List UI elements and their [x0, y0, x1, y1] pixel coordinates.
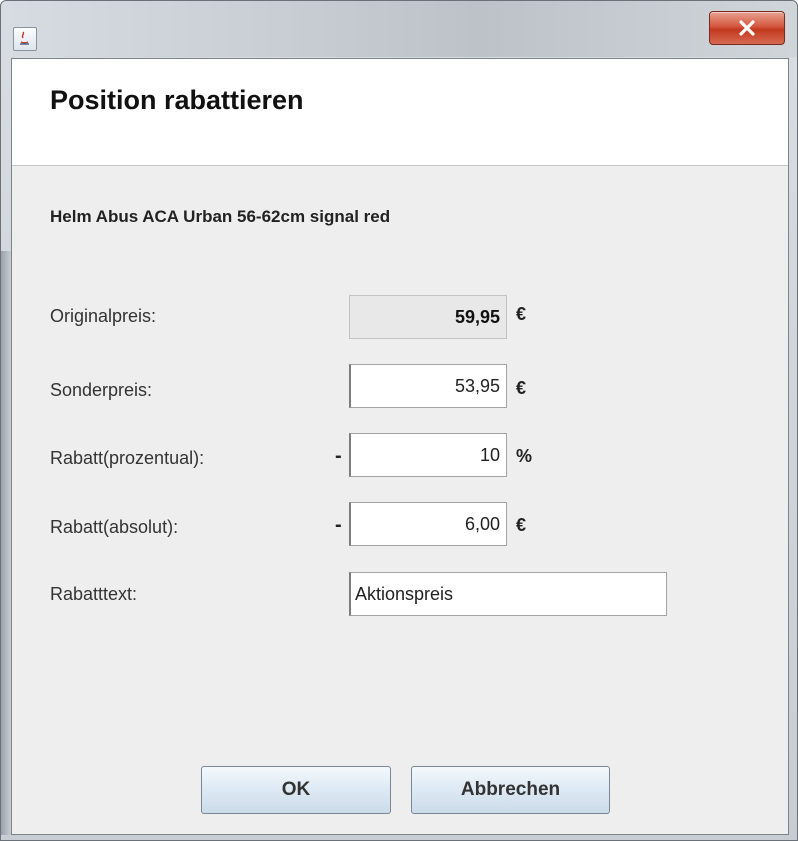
- originalpreis-unit: €: [516, 304, 527, 324]
- originalpreis-label: Originalpreis:: [50, 306, 157, 326]
- java-icon: [13, 27, 37, 51]
- sonderpreis-label: Sonderpreis:: [50, 380, 153, 400]
- rabatt-prozent-field[interactable]: [349, 433, 507, 477]
- rabatt-absolut-label: Rabatt(absolut):: [50, 517, 179, 537]
- close-button[interactable]: [709, 11, 785, 45]
- rabatt-prozent-sign: -: [335, 445, 342, 467]
- product-name: Helm Abus ACA Urban 56-62cm signal red: [50, 207, 391, 226]
- dialog-header: Position rabattieren: [12, 59, 788, 166]
- dialog-window: Position rabattieren Helm Abus ACA Urban…: [0, 0, 798, 841]
- ok-button[interactable]: OK: [201, 766, 391, 814]
- page-title: Position rabattieren: [50, 85, 304, 115]
- sonderpreis-unit: €: [516, 378, 527, 398]
- rabatt-prozent-unit: %: [516, 446, 533, 466]
- rabatttext-field[interactable]: [349, 572, 667, 616]
- rabatt-absolut-field[interactable]: [349, 502, 507, 546]
- originalpreis-field: [349, 295, 507, 339]
- cancel-button[interactable]: Abbrechen: [411, 766, 610, 814]
- rabatt-prozent-label: Rabatt(prozentual):: [50, 448, 205, 468]
- rabatt-absolut-unit: €: [516, 515, 527, 535]
- dialog-content: Position rabattieren Helm Abus ACA Urban…: [11, 58, 789, 835]
- rabatt-absolut-sign: -: [335, 514, 342, 536]
- sonderpreis-field[interactable]: [349, 364, 507, 408]
- close-x-icon: [739, 20, 755, 36]
- rabatttext-label: Rabatttext:: [50, 584, 138, 604]
- window-edge: [1, 251, 11, 835]
- title-bar[interactable]: [1, 1, 797, 57]
